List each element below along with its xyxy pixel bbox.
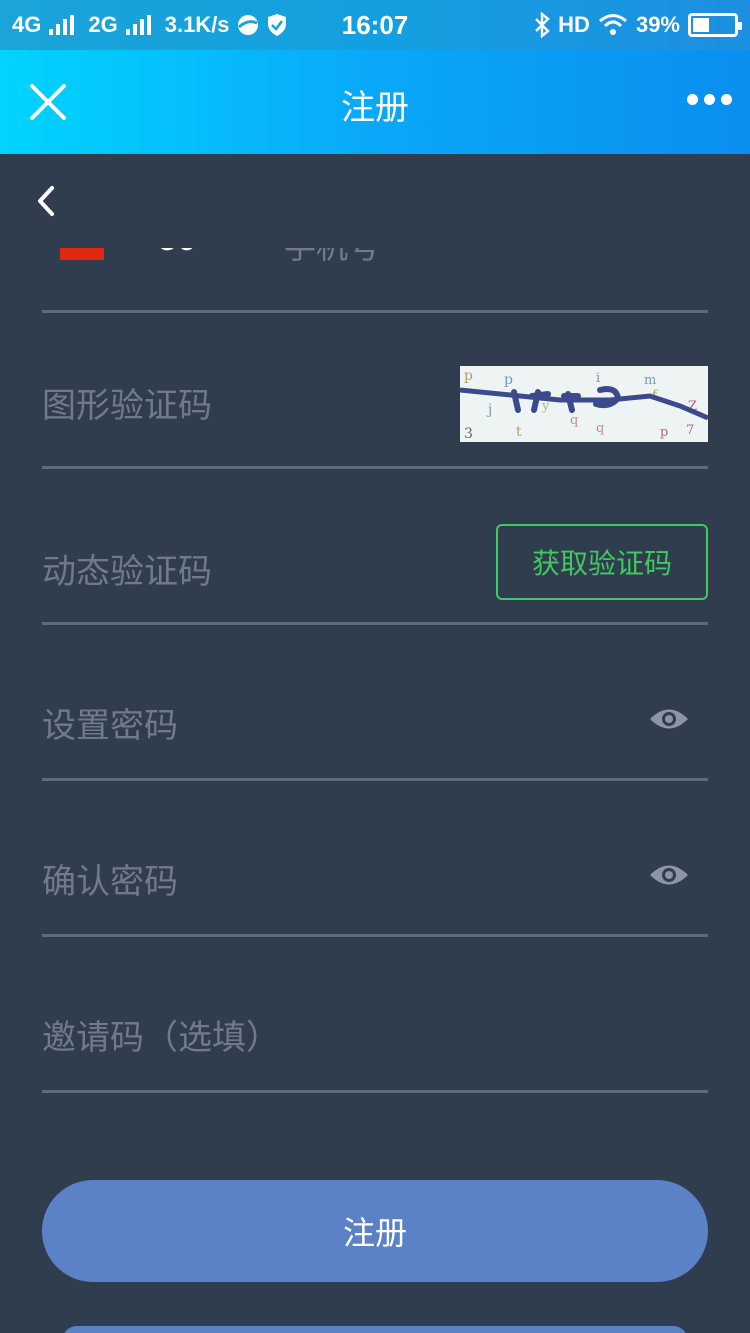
captcha-input[interactable]: 图形验证码 xyxy=(42,378,212,427)
get-code-button[interactable]: 获取验证码 xyxy=(496,524,708,600)
svg-text:p: p xyxy=(660,425,668,440)
status-right: HD 39% xyxy=(534,12,742,38)
secondary-button[interactable] xyxy=(62,1326,688,1333)
status-bar: 4G 2G 3.1K/s 16:07 HD 39% xyxy=(0,0,750,50)
svg-text:m: m xyxy=(644,373,656,388)
password-field[interactable]: 设置密码 xyxy=(42,672,708,762)
back-arrow-icon[interactable] xyxy=(30,182,64,220)
invite-code-input[interactable]: 邀请码（选填） xyxy=(42,1010,280,1059)
eye-icon[interactable] xyxy=(648,706,690,732)
svg-text:3: 3 xyxy=(464,426,473,442)
phone-underline xyxy=(42,310,708,313)
battery-percent: 39% xyxy=(635,12,680,37)
captcha-field[interactable]: 图形验证码 p p i m f Z j y q 3 t q p 7 xyxy=(42,352,708,442)
register-button[interactable]: 注册 xyxy=(42,1180,708,1282)
battery-fill xyxy=(693,18,709,32)
phone-row: +86 手机号 xyxy=(42,220,708,312)
password-input[interactable]: 设置密码 xyxy=(42,698,178,747)
svg-text:q: q xyxy=(596,421,604,436)
phone-row-overlap xyxy=(42,220,708,248)
svg-text:p: p xyxy=(504,372,513,388)
wifi-icon xyxy=(598,14,627,35)
sms-code-underline xyxy=(42,622,708,625)
confirm-password-underline xyxy=(42,934,708,937)
sms-code-input[interactable]: 动态验证码 xyxy=(42,544,212,593)
page-title: 注册 xyxy=(341,88,409,128)
svg-text:7: 7 xyxy=(686,423,694,438)
svg-text:q: q xyxy=(570,413,578,428)
svg-text:i: i xyxy=(596,371,600,386)
svg-text:p: p xyxy=(464,368,473,384)
eye-icon[interactable] xyxy=(648,862,690,888)
svg-text:t: t xyxy=(516,424,522,440)
captcha-image[interactable]: p p i m f Z j y q 3 t q p 7 xyxy=(460,366,708,442)
more-icon[interactable] xyxy=(687,94,732,105)
captcha-underline xyxy=(42,466,708,469)
confirm-password-field[interactable]: 确认密码 xyxy=(42,828,708,918)
battery-icon xyxy=(688,13,742,37)
password-underline xyxy=(42,778,708,781)
nav-bar: 注册 xyxy=(0,50,750,154)
sms-code-field[interactable]: 动态验证码 获取验证码 xyxy=(42,518,708,608)
invite-code-field[interactable]: 邀请码（选填） xyxy=(42,984,708,1074)
bluetooth-icon xyxy=(535,12,550,38)
confirm-password-input[interactable]: 确认密码 xyxy=(42,854,178,903)
invite-code-underline xyxy=(42,1090,708,1093)
hd-label: HD xyxy=(558,12,590,37)
